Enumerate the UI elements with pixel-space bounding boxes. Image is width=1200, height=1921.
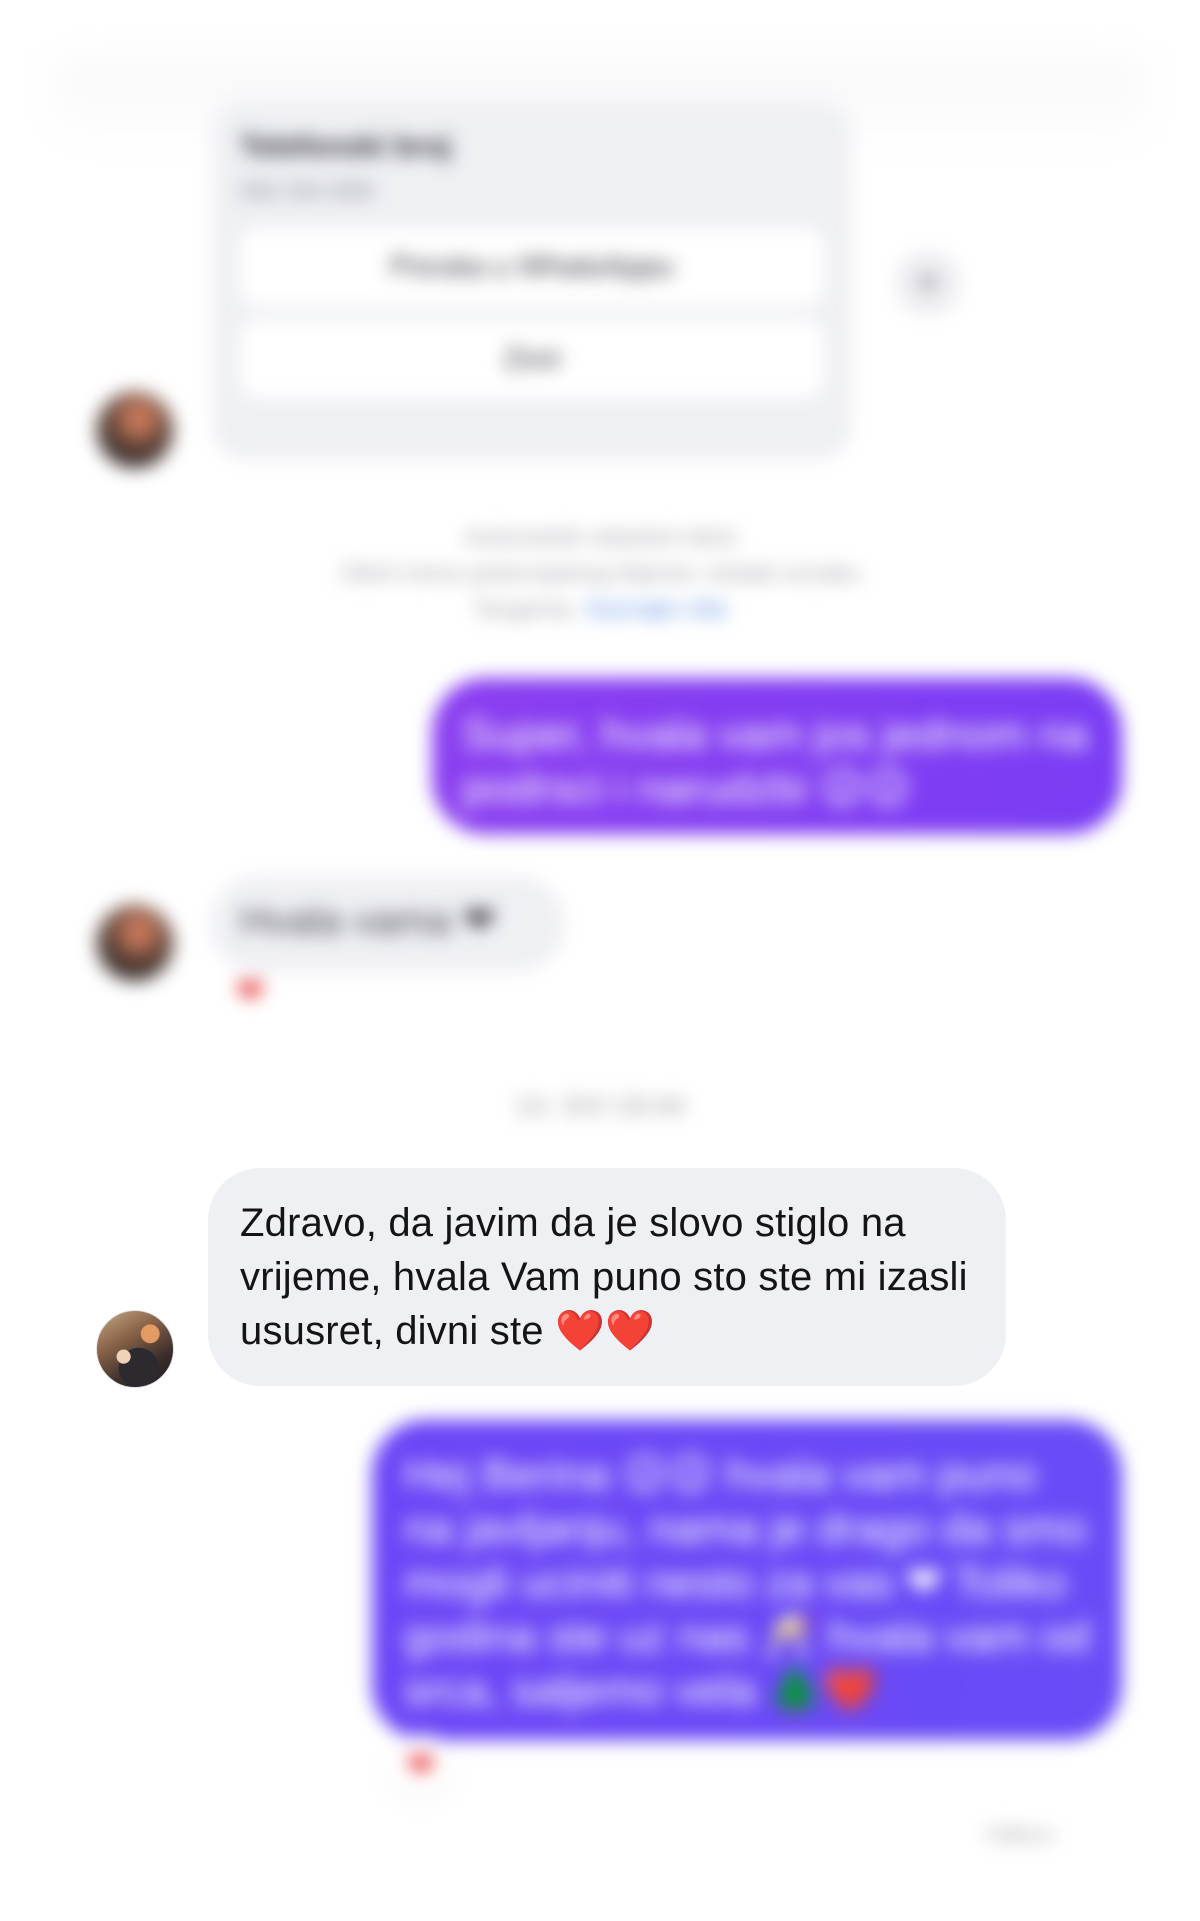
incoming-message-2-text: Zdravo, da javim da je slovo stiglo na v… xyxy=(240,1201,968,1353)
contact-card-title: Telefonski broj xyxy=(240,130,452,163)
notice-line-2: Otkrit ćemo potencijalnog klijenta i dod… xyxy=(339,560,861,587)
heart-reaction-icon[interactable]: ❤ xyxy=(386,1735,456,1797)
contact-card: Telefonski broj 062 554 809 Poruka u Wha… xyxy=(212,100,852,460)
call-button[interactable]: Zovi xyxy=(240,320,824,398)
whatsapp-message-button[interactable]: Poruka u WhatsAppu xyxy=(240,228,824,306)
notice-line-3: Tangenta. xyxy=(472,596,578,623)
notice-line-1: Automatski odaslani tekst xyxy=(463,524,737,551)
learn-more-link[interactable]: Saznajte više xyxy=(585,596,728,623)
incoming-message-2[interactable]: Zdravo, da javim da je slovo stiglo na v… xyxy=(208,1168,1006,1386)
outgoing-message-1[interactable]: Super, hvala vam jos jednom na podrsci i… xyxy=(432,678,1122,834)
share-funnel-icon[interactable]: ▾ xyxy=(895,250,961,316)
avatar[interactable] xyxy=(97,905,173,981)
heart-reaction-icon[interactable]: ❤ xyxy=(236,972,265,1012)
outgoing-message-2[interactable]: Hej Berina 😉😉 hvala vam puno na javljanj… xyxy=(372,1420,1122,1740)
avatar[interactable] xyxy=(97,392,173,468)
incoming-message-1[interactable]: Hvala vama ❤ xyxy=(210,876,565,972)
seen-status: Viđeno xyxy=(985,1822,1054,1847)
message-timestamp: 14. SVI 19:44 xyxy=(515,1090,685,1121)
avatar[interactable] xyxy=(96,1310,174,1388)
auto-message-notice: Automatski odaslani tekst Otkrit ćemo po… xyxy=(240,520,960,628)
contact-card-number: 062 554 809 xyxy=(240,178,374,205)
